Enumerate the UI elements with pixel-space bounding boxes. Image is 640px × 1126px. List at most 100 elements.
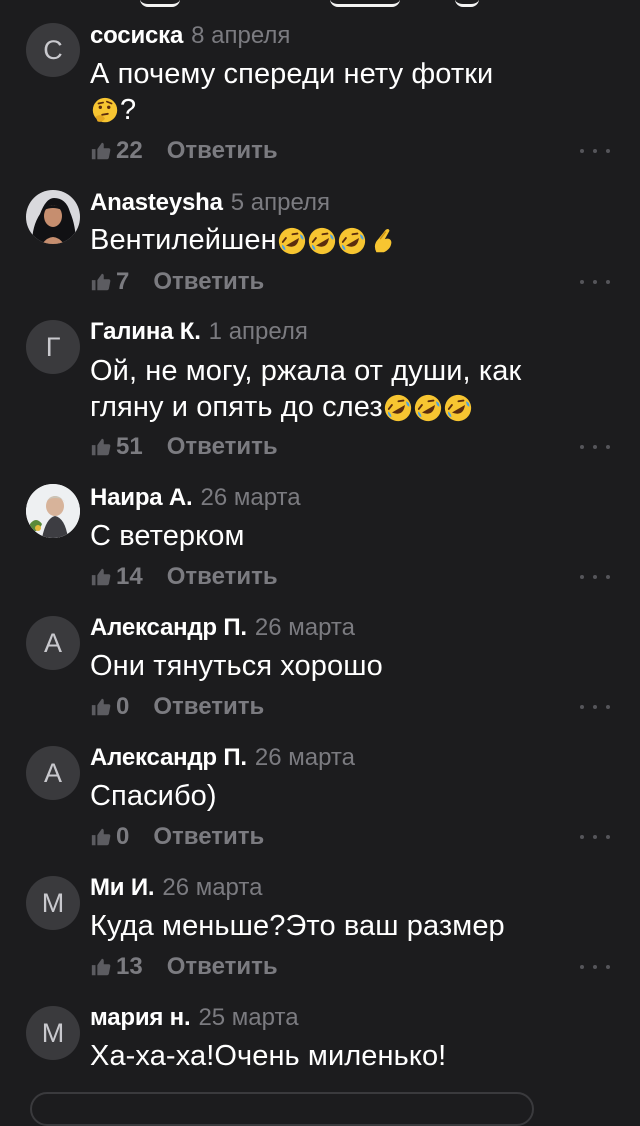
comment-actions: 0 Ответить (90, 823, 264, 851)
top-cut-content (0, 0, 640, 7)
more-options-icon[interactable] (580, 702, 610, 712)
comment-text-line: Ой, не могу, ржала от души, как (90, 355, 522, 387)
thumbs-up-icon (90, 566, 112, 588)
like-button[interactable]: 14 (90, 563, 143, 591)
rofl-icon (383, 393, 413, 423)
comment-meta: Anasteysha 5 апреля (90, 189, 330, 217)
cut-glyph (330, 0, 400, 7)
comment-text: Ой, не могу, ржала от души, как гляну и … (90, 353, 610, 425)
like-count: 7 (116, 268, 130, 295)
more-options-icon[interactable] (580, 146, 610, 156)
comment-text: А почему спереди нету фотки ? (90, 56, 610, 128)
reply-button[interactable]: Ответить (153, 693, 264, 721)
like-count: 22 (116, 137, 143, 164)
avatar[interactable]: С (26, 23, 80, 77)
comment-date: 26 марта (254, 614, 355, 641)
comment-text-line: С ветерком (90, 520, 245, 552)
comment-text: Они тянуться хорошо (90, 648, 610, 684)
avatar[interactable]: М (26, 876, 80, 930)
more-options-icon[interactable] (580, 962, 610, 972)
comment-actions: 7 Ответить (90, 268, 264, 296)
comment-author[interactable]: Ми И. (90, 874, 155, 901)
comment-text-line: ? (120, 94, 137, 126)
comment-text-line: Спасибо) (90, 780, 217, 812)
comment-text: Ха-ха-ха!Очень миленько! (90, 1038, 610, 1074)
comment-actions: 0 Ответить (90, 693, 264, 721)
thumbs-up-icon (90, 956, 112, 978)
comment-author[interactable]: Александр П. (90, 614, 247, 641)
avatar-letter: С (43, 34, 63, 65)
comment-input-bar[interactable] (30, 1092, 534, 1126)
like-button[interactable]: 13 (90, 953, 143, 981)
comment-text: Куда меньше?Это ваш размер (90, 908, 610, 944)
comment-date: 1 апреля (208, 318, 308, 345)
thumbs-up-icon (90, 140, 112, 162)
comment-date: 5 апреля (230, 189, 330, 216)
more-options-icon[interactable] (580, 832, 610, 842)
comment-text-line: Ха-ха-ха!Очень миленько! (90, 1040, 447, 1072)
avatar[interactable] (26, 484, 80, 538)
avatar[interactable]: М (26, 1006, 80, 1060)
reply-button[interactable]: Ответить (167, 563, 278, 591)
avatar-photo-icon (26, 190, 80, 244)
avatar-letter: А (43, 757, 62, 788)
like-count: 0 (116, 693, 130, 720)
more-options-icon[interactable] (580, 442, 610, 452)
like-count: 0 (116, 823, 130, 850)
thumbs-up-icon (90, 271, 112, 293)
comment-author[interactable]: мария н. (90, 1004, 191, 1031)
reply-button[interactable]: Ответить (167, 433, 278, 461)
comment-text-line: Вентилейшен (90, 224, 277, 256)
like-button[interactable]: 22 (90, 137, 143, 165)
like-button[interactable]: 51 (90, 433, 143, 461)
like-button[interactable]: 0 (90, 693, 129, 721)
comment-date: 26 марта (200, 484, 301, 511)
more-options-icon[interactable] (580, 572, 610, 582)
like-button[interactable]: 7 (90, 268, 129, 296)
comment-meta: Александр П. 26 марта (90, 614, 355, 642)
comment-meta: Ми И. 26 марта (90, 874, 262, 902)
rofl-icon (413, 393, 443, 423)
comment-meta: мария н. 25 марта (90, 1004, 299, 1032)
like-count: 51 (116, 433, 143, 460)
comment-text: Вентилейшен (90, 222, 610, 258)
comment-actions: 51 Ответить (90, 433, 278, 461)
more-options-icon[interactable] (580, 277, 610, 287)
comment-date: 8 апреля (191, 22, 291, 49)
comment-text-line: Куда меньше?Это ваш размер (90, 910, 505, 942)
comment-text-line: гляну и опять до слез (90, 391, 383, 423)
avatar-letter: М (41, 1017, 65, 1048)
avatar[interactable] (26, 190, 80, 244)
thinking-face-icon (90, 96, 120, 126)
comment-meta: Галина К. 1 апреля (90, 318, 308, 346)
comment-text-line: А почему спереди нету фотки (90, 58, 494, 90)
comment-text-line: Они тянуться хорошо (90, 650, 383, 682)
comment-author[interactable]: Александр П. (90, 744, 247, 771)
comment-actions: 22 Ответить (90, 137, 278, 165)
rofl-icon (337, 226, 367, 256)
reply-button[interactable]: Ответить (167, 137, 278, 165)
avatar[interactable]: А (26, 746, 80, 800)
comment-date: 26 марта (254, 744, 355, 771)
like-count: 13 (116, 953, 143, 980)
reply-button[interactable]: Ответить (167, 953, 278, 981)
comment-meta: Наира А. 26 марта (90, 484, 301, 512)
like-count: 14 (116, 563, 143, 590)
comment-meta: сосиска 8 апреля (90, 22, 290, 50)
avatar-letter: Г (45, 331, 61, 362)
reply-button[interactable]: Ответить (153, 268, 264, 296)
thumbs-up-icon (90, 696, 112, 718)
like-button[interactable]: 0 (90, 823, 129, 851)
avatar[interactable]: Г (26, 320, 80, 374)
emoji-group (383, 393, 473, 423)
comment-author[interactable]: Галина К. (90, 318, 201, 345)
comment-author[interactable]: сосиска (90, 22, 183, 49)
comment-text: С ветерком (90, 518, 610, 554)
thumbs-up-icon (90, 826, 112, 848)
reply-button[interactable]: Ответить (153, 823, 264, 851)
rofl-icon (307, 226, 337, 256)
comment-author[interactable]: Наира А. (90, 484, 193, 511)
avatar[interactable]: А (26, 616, 80, 670)
comment-author[interactable]: Anasteysha (90, 189, 223, 216)
avatar-photo-icon (26, 484, 80, 538)
